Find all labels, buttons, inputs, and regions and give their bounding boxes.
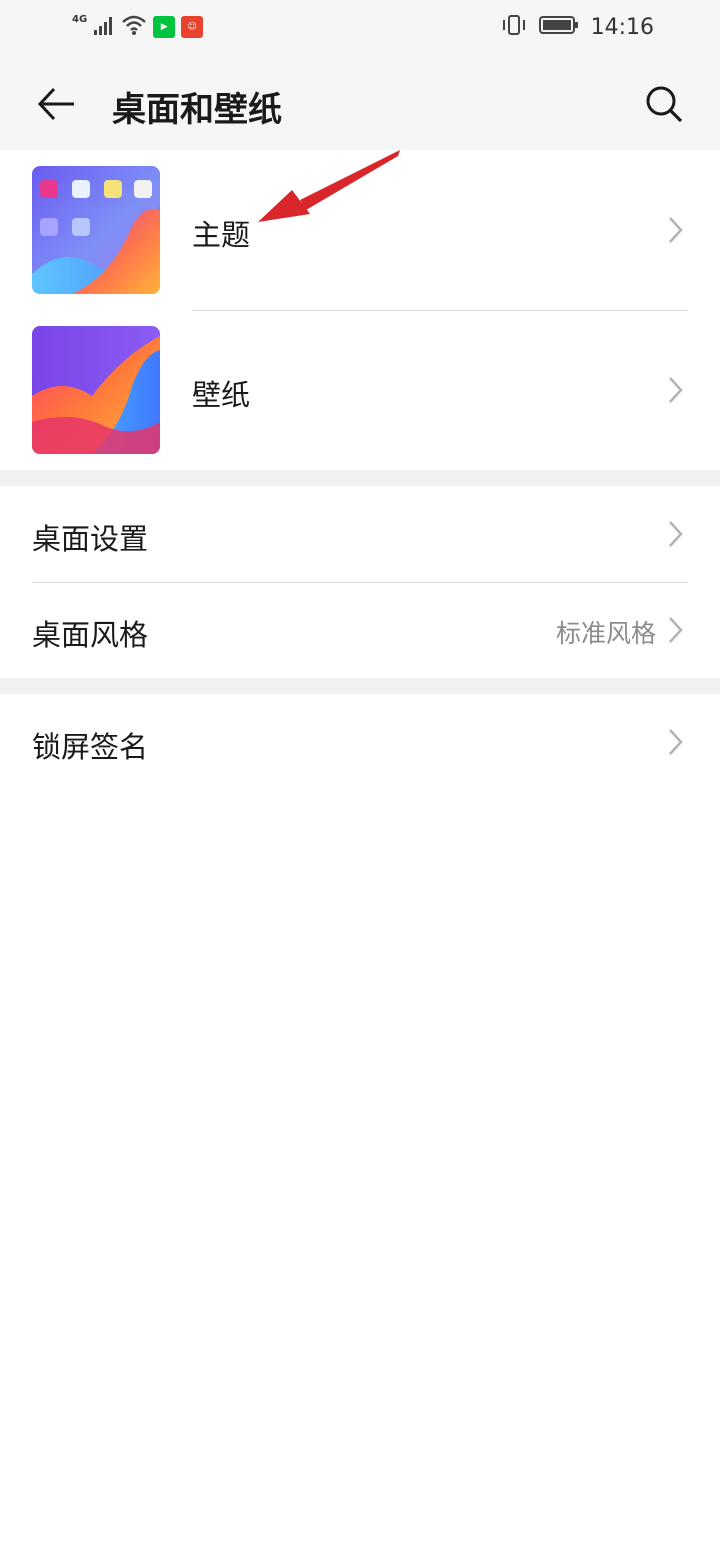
lock-card: 锁屏签名	[0, 694, 720, 790]
chevron-right-icon	[669, 521, 683, 547]
wallpaper-row[interactable]: 壁纸	[0, 310, 720, 470]
theme-row[interactable]: 主题	[0, 150, 720, 310]
status-left: 4G ▶ ☺	[72, 13, 204, 40]
vibrate-icon	[501, 14, 527, 40]
theme-label: 主题	[192, 218, 251, 252]
home-style-label: 桌面风格	[32, 618, 149, 652]
chevron-right-icon	[669, 377, 683, 403]
chevron-right-icon	[669, 217, 683, 243]
theme-thumbnail	[32, 166, 160, 294]
section-gap	[0, 678, 720, 694]
back-button[interactable]	[32, 80, 80, 128]
iqiyi-app-icon: ▶	[153, 16, 176, 38]
battery-icon	[538, 14, 579, 40]
status-right: 14:16	[501, 14, 654, 40]
chevron-right-icon	[669, 617, 683, 643]
section-gap	[0, 470, 720, 486]
reddit-like-app-icon: ☺	[181, 16, 204, 38]
wallpaper-thumbnail	[32, 326, 160, 454]
clock: 14:16	[590, 14, 654, 40]
home-style-row[interactable]: 桌面风格 标准风格	[0, 582, 720, 678]
chevron-right-icon	[669, 729, 683, 755]
search-icon	[646, 86, 683, 123]
app-bar: 桌面和壁纸	[0, 56, 720, 150]
back-arrow-icon	[37, 87, 74, 121]
lock-signature-label: 锁屏签名	[32, 730, 149, 764]
home-settings-row[interactable]: 桌面设置	[0, 486, 720, 582]
network-type-label: 4G	[72, 13, 88, 25]
signal-icon	[93, 14, 115, 40]
status-bar: 4G ▶ ☺ 14:16	[0, 0, 720, 56]
home-style-value: 标准风格	[555, 619, 656, 648]
home-settings-label: 桌面设置	[32, 522, 149, 556]
lock-signature-row[interactable]: 锁屏签名	[0, 694, 720, 790]
appearance-card: 主题 壁纸	[0, 150, 720, 470]
search-button[interactable]	[640, 80, 688, 128]
home-card: 桌面设置 桌面风格 标准风格	[0, 486, 720, 678]
wifi-icon	[121, 14, 147, 40]
wallpaper-label: 壁纸	[192, 378, 251, 412]
page-title: 桌面和壁纸	[112, 90, 282, 130]
